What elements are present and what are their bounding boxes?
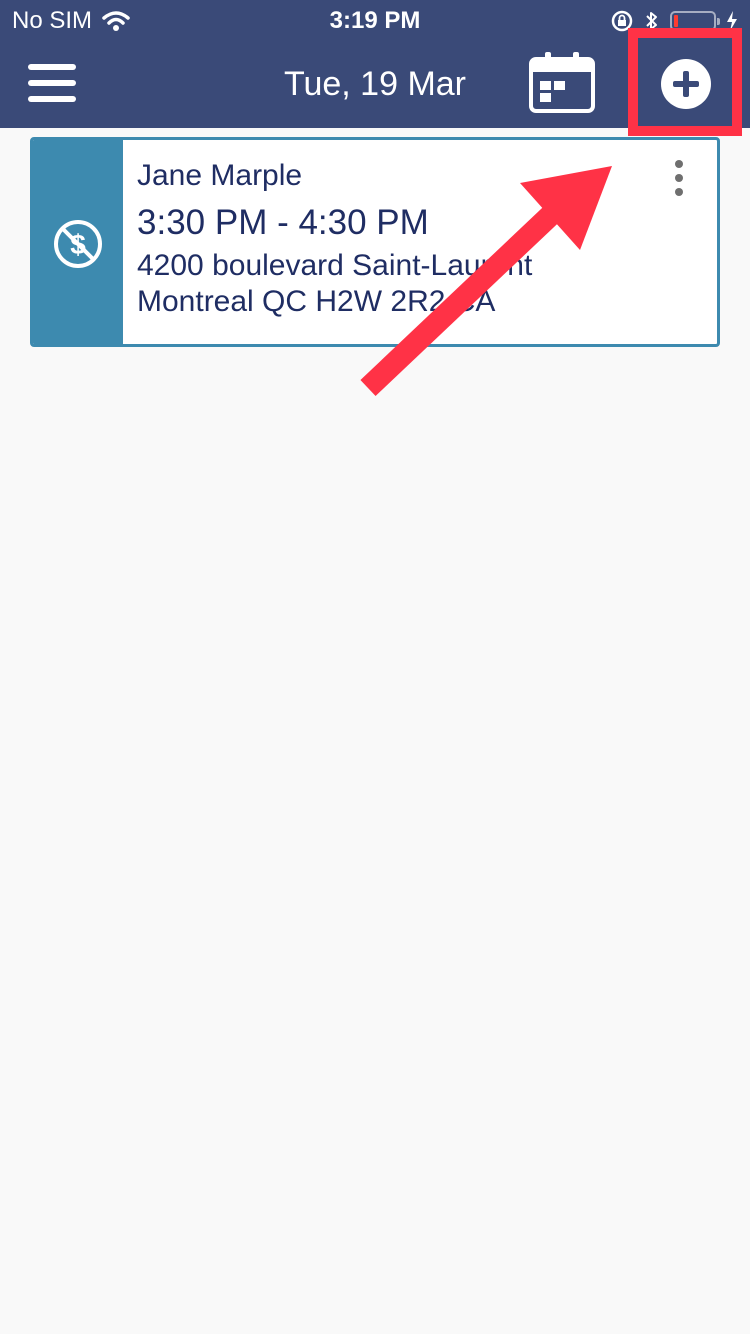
add-button-highlight — [628, 28, 742, 136]
calendar-button[interactable] — [528, 52, 596, 114]
address-line-2: Montreal QC H2W 2R2 CA — [137, 285, 496, 318]
payment-status-strip: $ — [33, 140, 123, 344]
calendar-icon — [529, 52, 595, 113]
appointment-details: Jane Marple 3:30 PM - 4:30 PM 4200 boule… — [137, 158, 657, 320]
appointment-card[interactable]: $ Jane Marple 3:30 PM - 4:30 PM 4200 bou… — [30, 137, 720, 347]
client-name: Jane Marple — [137, 159, 303, 192]
appointment-time: 3:30 PM - 4:30 PM — [137, 203, 429, 242]
no-dollar-icon: $ — [54, 220, 102, 268]
address-line-1: 4200 boulevard Saint-Laurent — [137, 249, 533, 282]
vertical-ellipsis-icon — [675, 160, 683, 168]
more-options-button[interactable] — [667, 158, 691, 198]
hamburger-menu-icon — [28, 64, 76, 70]
menu-button[interactable] — [26, 62, 78, 104]
header-date-title: Tue, 19 Mar — [283, 65, 467, 103]
